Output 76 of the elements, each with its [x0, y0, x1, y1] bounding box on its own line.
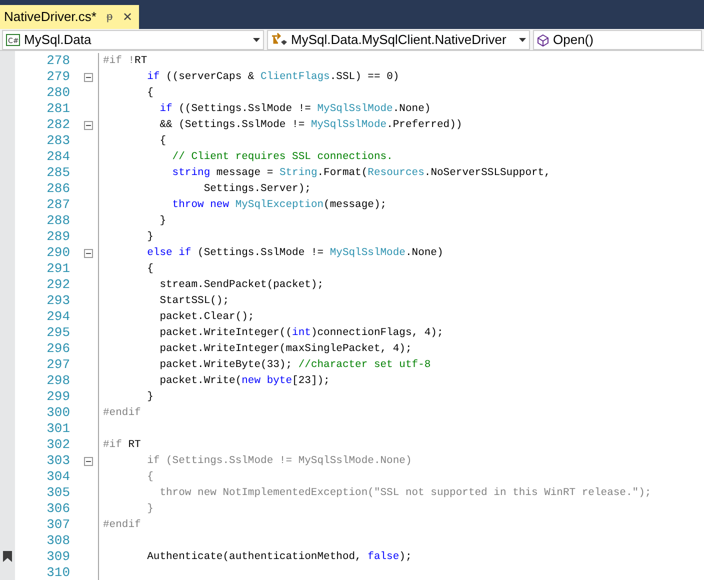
- method-cube-icon: [537, 34, 549, 46]
- code-line: StartSSL();: [158, 294, 230, 309]
- code-line: && (Settings.SslMode != MySqlSslMode.Preferred)): [158, 118, 462, 133]
- code-line: stream.SendPacket(packet);: [158, 278, 324, 293]
- line-number: 297: [46, 357, 70, 373]
- line-number: 310: [46, 565, 70, 580]
- line-number: 283: [46, 133, 70, 149]
- line-number: 288: [46, 213, 70, 229]
- dropdown-caret-icon: [253, 38, 260, 42]
- line-number: 299: [46, 389, 70, 405]
- dropdown-caret-icon: [519, 38, 526, 42]
- collapse-icon[interactable]: [84, 456, 93, 466]
- code-line: packet.WriteByte(33); //character set utf-8: [158, 358, 431, 373]
- collapse-icon[interactable]: [84, 248, 93, 258]
- line-number: 303: [46, 453, 70, 469]
- code-line: {: [146, 262, 154, 277]
- code-line: {: [146, 86, 154, 101]
- collapse-icon[interactable]: [84, 120, 93, 130]
- code-line: if ((serverCaps & ClientFlags.SSL) == 0): [146, 70, 400, 85]
- code-line: #endif: [103, 518, 141, 533]
- code-line: if (Settings.SslMode != MySqlSslMode.None): [146, 454, 412, 469]
- line-number: 306: [46, 501, 70, 517]
- line-number: 281: [46, 101, 70, 117]
- editor-tab[interactable]: NativeDriver.cs* ᵽ ✕: [0, 5, 139, 29]
- code-line: Authenticate(authenticationMethod, false);: [146, 550, 412, 565]
- line-number: 295: [46, 325, 70, 341]
- code-line: }: [158, 214, 166, 229]
- line-number: 279: [46, 69, 70, 85]
- line-number: 294: [46, 309, 70, 325]
- line-number: 309: [46, 549, 70, 565]
- line-number: 284: [46, 149, 70, 165]
- navigation-dropdown[interactable]: Open(): [533, 30, 702, 50]
- code-line: string message = String.Format(Resources.NoServerSSLSupport,: [171, 166, 550, 181]
- line-number: 289: [46, 229, 70, 245]
- line-number: 285: [46, 165, 70, 181]
- code-line: #if RT: [103, 438, 141, 453]
- code-line: else if (Settings.SslMode != MySqlSslMode.None): [146, 246, 444, 261]
- code-line: // Client requires SSL connections.: [171, 150, 393, 165]
- line-number: 280: [46, 85, 70, 101]
- code-line: }: [146, 502, 154, 517]
- line-number: 287: [46, 197, 70, 213]
- code-line: #if !RT: [103, 54, 148, 69]
- code-line: packet.Write(new byte[23]);: [158, 374, 330, 389]
- line-number: 307: [46, 517, 70, 533]
- code-line: {: [146, 470, 154, 485]
- line-number: 278: [46, 53, 70, 69]
- line-number: 302: [46, 437, 70, 453]
- line-number: 300: [46, 405, 70, 421]
- pin-icon[interactable]: ᵽ: [106, 8, 113, 26]
- code-line: packet.WriteInteger(maxSinglePacket, 4);: [158, 342, 412, 357]
- line-number: 291: [46, 261, 70, 277]
- line-number: 301: [46, 421, 70, 437]
- code-line: packet.Clear();: [158, 310, 254, 325]
- code-line: {: [158, 134, 166, 149]
- code-line: #endif: [103, 406, 141, 421]
- code-line: Settings.Server);: [202, 182, 311, 197]
- code-line: }: [146, 390, 154, 405]
- navigation-dropdown[interactable]: MySql.Data.MySqlClient.NativeDriver: [267, 30, 530, 50]
- close-icon[interactable]: ✕: [122, 8, 135, 26]
- code-line: }: [146, 230, 154, 245]
- line-number: 305: [46, 485, 70, 501]
- collapse-icon[interactable]: [84, 72, 93, 82]
- line-number: 298: [46, 373, 70, 389]
- code-line: throw new MySqlException(message);: [171, 198, 387, 213]
- line-number: 282: [46, 117, 70, 133]
- code-line: packet.WriteInteger((int)connectionFlags, 4);: [158, 326, 444, 341]
- code-line: throw new NotImplementedException("SSL not supported in this WinRT release.");: [158, 486, 652, 501]
- line-number: 292: [46, 277, 70, 293]
- line-number: 286: [46, 181, 70, 197]
- code-line: if ((Settings.SslMode != MySqlSslMode.None): [158, 102, 431, 117]
- line-number: 308: [46, 533, 70, 549]
- line-number: 290: [46, 245, 70, 261]
- line-number: 296: [46, 341, 70, 357]
- class-hierarchy-icon: [271, 33, 287, 47]
- line-number: 293: [46, 293, 70, 309]
- line-number: 304: [46, 469, 70, 485]
